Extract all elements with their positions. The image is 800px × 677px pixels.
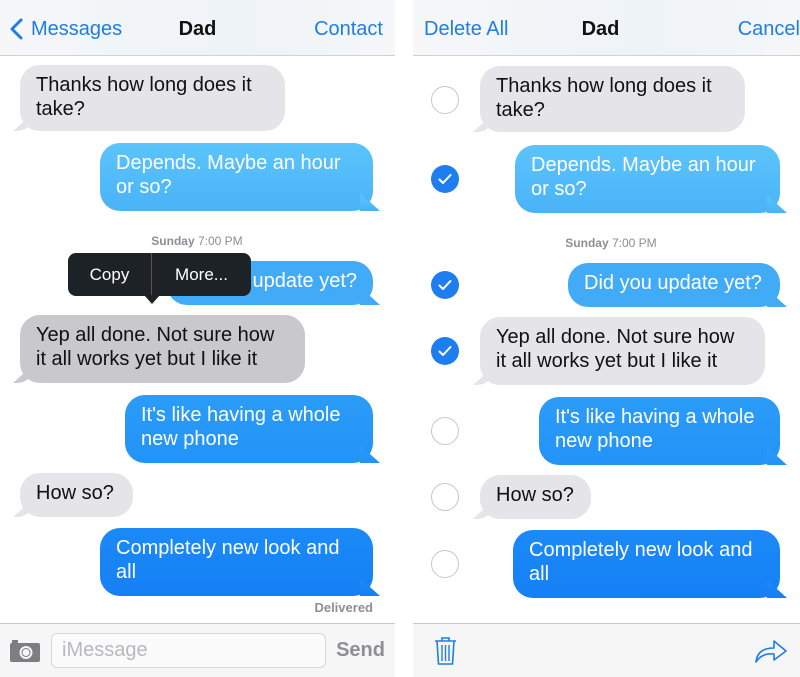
timestamp: Sunday 7:00 PM <box>97 234 297 248</box>
delivery-status: Delivered <box>314 600 373 615</box>
back-button[interactable]: Messages <box>10 17 122 41</box>
chevron-left-icon <box>10 18 23 40</box>
message-text: Did you update yet? <box>584 272 762 294</box>
select-checkbox-checked[interactable] <box>431 337 459 365</box>
message-text: all <box>116 561 137 583</box>
timestamp-day: Sunday <box>565 236 609 250</box>
select-checkbox[interactable] <box>431 86 459 114</box>
conversation-screen: Messages Dad Contact Thanks how long doe… <box>0 0 395 677</box>
message-input[interactable] <box>51 633 326 668</box>
cancel-button[interactable]: Cancel <box>738 17 800 41</box>
message-text: How so? <box>36 482 114 504</box>
more-button[interactable]: More... <box>152 253 251 296</box>
checkmark-icon <box>438 346 452 356</box>
message-bubble[interactable]: How so? <box>480 475 591 519</box>
message-bubble[interactable]: It's like having a whole new phone <box>125 395 373 463</box>
message-bubble[interactable]: Depends. Maybe an hour or so? <box>515 145 780 213</box>
timestamp-day: Sunday <box>151 234 195 248</box>
menu-pointer <box>144 295 160 304</box>
message-text: It's like having a whole <box>141 404 341 426</box>
message-text: Yep all done. Not sure how <box>496 326 735 348</box>
message-bubble[interactable]: How so? <box>20 473 133 517</box>
message-text: it all works yet but I like it <box>36 348 258 370</box>
select-checkbox[interactable] <box>431 550 459 578</box>
message-text: or so? <box>116 176 172 198</box>
message-text: take? <box>36 98 85 120</box>
message-bubble[interactable]: Thanks how long does it take? <box>20 65 285 131</box>
select-checkbox[interactable] <box>431 483 459 511</box>
message-text: it all works yet but I like it <box>496 350 718 372</box>
context-menu: Copy More... <box>68 253 251 304</box>
timestamp: Sunday 7:00 PM <box>511 236 711 250</box>
message-text: new phone <box>141 428 239 450</box>
select-checkbox-checked[interactable] <box>431 165 459 193</box>
message-text: Thanks how long does it <box>36 74 252 96</box>
edit-toolbar <box>413 623 800 677</box>
message-text: Depends. Maybe an hour <box>531 154 756 176</box>
message-text: Completely new look and <box>116 537 340 559</box>
composer-bar: Send <box>0 623 395 677</box>
copy-button[interactable]: Copy <box>68 253 152 296</box>
edit-conversation-screen: Delete All Dad Cancel Thanks how long do… <box>413 0 800 677</box>
message-bubble[interactable]: Depends. Maybe an hour or so? <box>100 143 373 211</box>
message-text: Depends. Maybe an hour <box>116 152 341 174</box>
message-text: Yep all done. Not sure how <box>36 324 275 346</box>
checkmark-icon <box>438 174 452 184</box>
select-checkbox-checked[interactable] <box>431 271 459 299</box>
timestamp-time: 7:00 PM <box>611 236 657 250</box>
nav-bar: Delete All Dad Cancel <box>413 0 800 56</box>
message-text: or so? <box>531 178 587 200</box>
message-bubble[interactable]: Completely new look and all <box>100 528 373 596</box>
message-bubble[interactable]: Completely new look and all <box>513 530 780 598</box>
contact-button[interactable]: Contact <box>314 17 383 41</box>
checkmark-icon <box>438 280 452 290</box>
message-text: Completely new look and <box>529 539 753 561</box>
message-bubble-highlighted[interactable]: Yep all done. Not sure how it all works … <box>20 315 305 383</box>
message-bubble[interactable]: Thanks how long does it take? <box>480 66 745 132</box>
delete-all-button[interactable]: Delete All <box>424 17 509 41</box>
send-button[interactable]: Send <box>336 639 385 662</box>
message-bubble[interactable]: Did you update yet? <box>568 263 780 307</box>
timestamp-time: 7:00 PM <box>197 234 243 248</box>
nav-bar: Messages Dad Contact <box>0 0 395 56</box>
back-label: Messages <box>31 18 123 40</box>
share-arrow-icon[interactable] <box>754 638 788 664</box>
message-text: It's like having a whole <box>555 406 755 428</box>
message-text: Thanks how long does it <box>496 75 712 97</box>
message-text: new phone <box>555 430 653 452</box>
trash-icon[interactable] <box>433 636 458 666</box>
select-checkbox[interactable] <box>431 417 459 445</box>
message-text: How so? <box>496 484 574 506</box>
message-bubble[interactable]: Yep all done. Not sure how it all works … <box>480 317 765 385</box>
message-text: all <box>529 563 550 585</box>
camera-icon[interactable] <box>9 639 41 663</box>
message-bubble[interactable]: It's like having a whole new phone <box>539 397 780 465</box>
message-text: take? <box>496 99 545 121</box>
